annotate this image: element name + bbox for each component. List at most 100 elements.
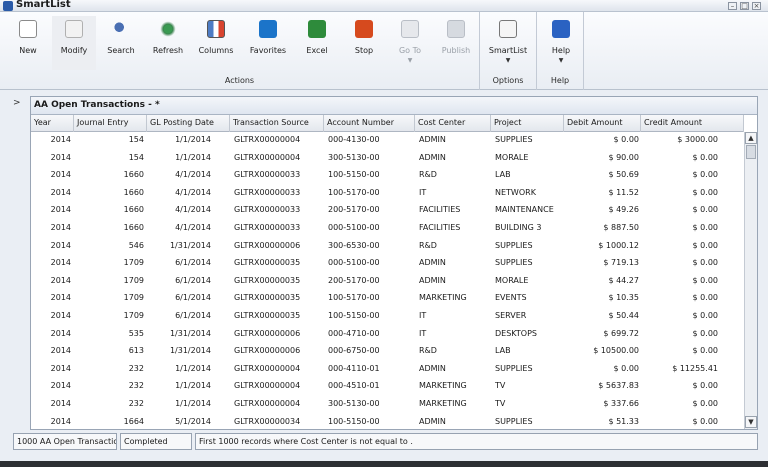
refresh-button[interactable]: Refresh — [146, 16, 190, 70]
table-row[interactable]: 2014 1709 6/1/2014 GLTRX00000035 000-5100-00… — [31, 255, 744, 273]
table-cell: 300-5130-00 — [328, 399, 380, 408]
table-row[interactable]: 2014 1660 4/1/2014 GLTRX00000033 100-5150-00… — [31, 167, 744, 185]
column-header[interactable]: Year — [31, 115, 74, 132]
table-cell: 2014 — [50, 311, 71, 320]
table-cell: R&D — [419, 240, 437, 250]
table-cell: 2014 — [50, 187, 71, 197]
table-cell: IT — [419, 328, 427, 338]
table-cell: ADMIN — [419, 152, 446, 162]
table-cell: MORALE — [495, 275, 529, 285]
table-cell: ADMIN — [419, 135, 446, 144]
table-row[interactable]: 2014 154 1/1/2014 GLTRX00000004 300-5130-00 A… — [31, 150, 744, 168]
column-header[interactable]: Debit Amount — [564, 115, 641, 132]
grid-title: AA Open Transactions - * — [31, 97, 757, 115]
table-cell: GLTRX00000004 — [234, 399, 301, 408]
table-cell: GLTRX00000004 — [234, 381, 301, 391]
column-header[interactable]: Cost Center — [415, 115, 491, 132]
table-row[interactable]: 2014 1660 4/1/2014 GLTRX00000033 200-5170-00… — [31, 202, 744, 220]
column-header[interactable]: Transaction Source — [230, 115, 324, 132]
excel-button[interactable]: Excel — [295, 16, 339, 70]
help-button[interactable]: Help ▼ — [539, 16, 583, 70]
expand-arrow-icon[interactable]: > — [13, 98, 21, 108]
maximize-button[interactable]: □ — [740, 2, 749, 10]
table-cell: 1709 — [123, 275, 144, 285]
search-label: Search — [107, 46, 135, 55]
table-cell: $ 0.00 — [692, 205, 718, 215]
table-row[interactable]: 2014 232 1/1/2014 GLTRX00000004 000-4510-01 M… — [31, 378, 744, 396]
close-button[interactable]: × — [752, 2, 761, 10]
column-header[interactable]: Project — [491, 115, 564, 132]
scroll-thumb[interactable] — [746, 145, 756, 159]
table-row[interactable]: 2014 1660 4/1/2014 GLTRX00000033 000-5100-00… — [31, 220, 744, 238]
table-row[interactable]: 2014 1709 6/1/2014 GLTRX00000035 100-5150-00… — [31, 308, 744, 326]
table-cell: 2014 — [50, 240, 71, 250]
table-cell: GLTRX00000033 — [234, 187, 301, 197]
publish-button[interactable]: Publish — [434, 16, 478, 70]
table-cell: $ 0.00 — [692, 346, 718, 356]
table-cell: 6/1/2014 — [175, 311, 211, 320]
table-cell: MAINTENANCE — [495, 205, 554, 215]
title-bar: SmartList – □ × — [0, 0, 768, 12]
table-cell: GLTRX00000035 — [234, 293, 301, 303]
record-count-status: 1000 AA Open Transactio — [13, 433, 117, 450]
table-row[interactable]: 2014 1660 4/1/2014 GLTRX00000033 100-5170-00… — [31, 185, 744, 203]
column-header[interactable]: Account Number — [324, 115, 415, 132]
table-cell: 1709 — [123, 293, 144, 303]
table-cell: $ 0.00 — [692, 275, 718, 285]
column-header[interactable]: GL Posting Date — [147, 115, 230, 132]
table-cell: $ 1000.12 — [598, 240, 639, 250]
table-cell: 6/1/2014 — [175, 293, 211, 303]
table-cell: 2014 — [50, 381, 71, 391]
search-button[interactable]: Search — [99, 16, 143, 70]
table-row[interactable]: 2014 1709 6/1/2014 GLTRX00000035 200-5170-00… — [31, 273, 744, 291]
table-cell: $ 5637.83 — [598, 381, 639, 391]
refresh-icon — [159, 20, 177, 38]
table-cell: GLTRX00000033 — [234, 223, 301, 232]
table-row[interactable]: 2014 232 1/1/2014 GLTRX00000004 300-5130-00 M… — [31, 396, 744, 414]
grid-header: Year Journal Entry GL Posting Date Transact… — [31, 115, 744, 132]
favorites-label: Favorites — [249, 46, 287, 55]
table-cell: FACILITIES — [419, 223, 461, 232]
table-cell: GLTRX00000004 — [234, 135, 301, 144]
stop-button[interactable]: Stop — [342, 16, 386, 70]
table-row[interactable]: 2014 154 1/1/2014 GLTRX00000004 000-4130-00 A… — [31, 132, 744, 150]
minimize-button[interactable]: – — [728, 2, 737, 10]
column-header[interactable]: Credit Amount — [641, 115, 744, 132]
new-button[interactable]: New — [6, 16, 50, 70]
table-cell: GLTRX00000004 — [234, 152, 301, 162]
table-row[interactable]: 2014 613 1/31/2014 GLTRX00000006 000-6750-00… — [31, 343, 744, 361]
table-row[interactable]: 2014 535 1/31/2014 GLTRX00000006 000-4710-00… — [31, 326, 744, 344]
table-cell: 2014 — [50, 275, 71, 285]
table-cell: LAB — [495, 170, 511, 180]
table-row[interactable]: 2014 232 1/1/2014 GLTRX00000004 000-4110-01 A… — [31, 361, 744, 379]
search-icon — [112, 20, 130, 38]
bottom-border — [0, 461, 768, 467]
table-cell: TV — [495, 399, 506, 408]
table-cell: 1/31/2014 — [169, 346, 211, 356]
modify-button[interactable]: Modify — [52, 16, 96, 70]
grid-rows: 2014 154 1/1/2014 GLTRX00000004 000-4130-00 A… — [31, 132, 744, 429]
table-cell: $ 0.00 — [692, 311, 718, 320]
goto-button[interactable]: Go To ▼ — [388, 16, 432, 70]
table-cell: IT — [419, 311, 427, 320]
modify-icon — [65, 20, 83, 38]
smartlist-options-button[interactable]: SmartList ▼ — [486, 16, 530, 70]
vertical-scrollbar[interactable]: ▲ ▼ — [744, 132, 757, 429]
table-cell: IT — [419, 187, 427, 197]
table-row[interactable]: 2014 546 1/31/2014 GLTRX00000006 300-6530-00… — [31, 238, 744, 256]
table-cell: 200-5170-00 — [328, 275, 380, 285]
table-cell: LAB — [495, 346, 511, 356]
scroll-up-icon[interactable]: ▲ — [745, 132, 757, 144]
table-cell: GLTRX00000033 — [234, 170, 301, 180]
table-row[interactable]: 2014 1709 6/1/2014 GLTRX00000035 100-5170-00… — [31, 290, 744, 308]
columns-button[interactable]: Columns — [194, 16, 238, 70]
favorites-button[interactable]: Favorites — [246, 16, 290, 70]
excel-icon — [308, 20, 326, 38]
table-cell: $ 11.52 — [608, 187, 639, 197]
scroll-down-icon[interactable]: ▼ — [745, 416, 757, 428]
column-header[interactable]: Journal Entry — [74, 115, 147, 132]
table-cell: GLTRX00000006 — [234, 328, 301, 338]
table-row[interactable]: 2014 1664 5/1/2014 GLTRX00000034 100-5150-00… — [31, 414, 744, 429]
table-cell: 1/31/2014 — [169, 328, 211, 338]
table-cell: 2014 — [50, 170, 71, 180]
